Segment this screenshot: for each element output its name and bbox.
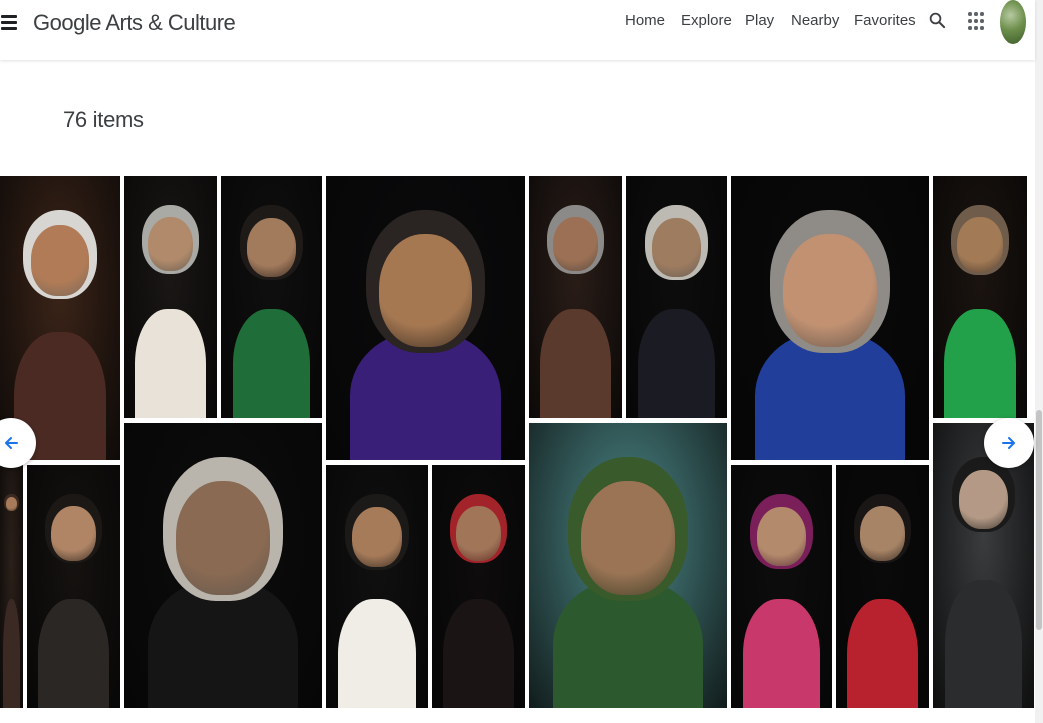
tile-figure-face [247,217,296,278]
tile-figure-body [847,598,918,708]
gallery-tile[interactable] [124,423,322,708]
tile-figure-face [148,216,193,272]
tile-figure-face [5,497,18,511]
gallery-tile[interactable] [326,465,428,708]
apps-grid-icon[interactable] [968,12,984,32]
nav-explore[interactable]: Explore [681,12,732,29]
tile-figure-body [945,579,1022,708]
top-header: Google Arts & Culture Home Explore Play … [0,0,1035,60]
tile-figure-face [30,224,89,296]
tile-figure-face [581,481,675,596]
tile-figure-body [743,598,820,708]
tile-figure-face [860,505,905,561]
tile-figure-face [51,505,96,561]
tile-figure-face [352,506,402,567]
tile-figure-face [456,505,501,561]
gallery-tile[interactable] [626,176,727,418]
gallery-tile[interactable] [836,465,929,708]
tile-figure-body [38,598,109,708]
tile-figure-body [338,598,416,708]
search-icon[interactable] [928,11,946,29]
tile-figure-body [540,309,611,418]
gallery-tile[interactable] [432,465,525,708]
tile-figure-body [135,309,206,418]
nav-favorites[interactable]: Favorites [854,12,916,29]
tile-figure-face [553,216,598,272]
next-arrow-button[interactable] [984,418,1034,468]
site-logo[interactable]: Google Arts & Culture [33,10,236,36]
arrow-left-icon [5,437,18,449]
items-count: 76 items [63,107,144,132]
account-avatar[interactable] [1000,0,1026,44]
tile-figure-face [652,217,701,278]
gallery-tile[interactable] [529,176,622,418]
gallery-tile[interactable] [27,465,120,708]
nav-play[interactable]: Play [745,12,774,29]
tile-figure-face [959,469,1008,530]
gallery-tile[interactable] [0,465,23,708]
scrollbar-thumb[interactable] [1036,410,1042,630]
tile-figure-face [176,481,270,596]
tile-figure-face [783,233,877,348]
tile-figure-body [443,598,514,708]
tile-figure-face [378,233,472,348]
tile-figure-face [957,216,1003,273]
tile-figure-body [944,309,1016,418]
gallery-tile[interactable] [529,423,727,708]
tile-figure-body [233,309,310,418]
gallery-tile[interactable] [221,176,322,418]
gallery-tile[interactable] [326,176,525,460]
nav-nearby[interactable]: Nearby [791,12,839,29]
tile-figure-body [638,309,715,418]
tile-figure-face [757,506,806,567]
arrow-right-icon [1002,437,1015,449]
tile-figure-body [2,598,21,708]
gallery-tile[interactable] [0,176,120,460]
gallery-tile[interactable] [933,176,1027,418]
gallery-tile[interactable] [731,465,832,708]
nav-home[interactable]: Home [625,12,665,29]
gallery-tile[interactable] [124,176,217,418]
gallery-tile[interactable] [731,176,929,460]
menu-icon[interactable] [1,12,17,32]
